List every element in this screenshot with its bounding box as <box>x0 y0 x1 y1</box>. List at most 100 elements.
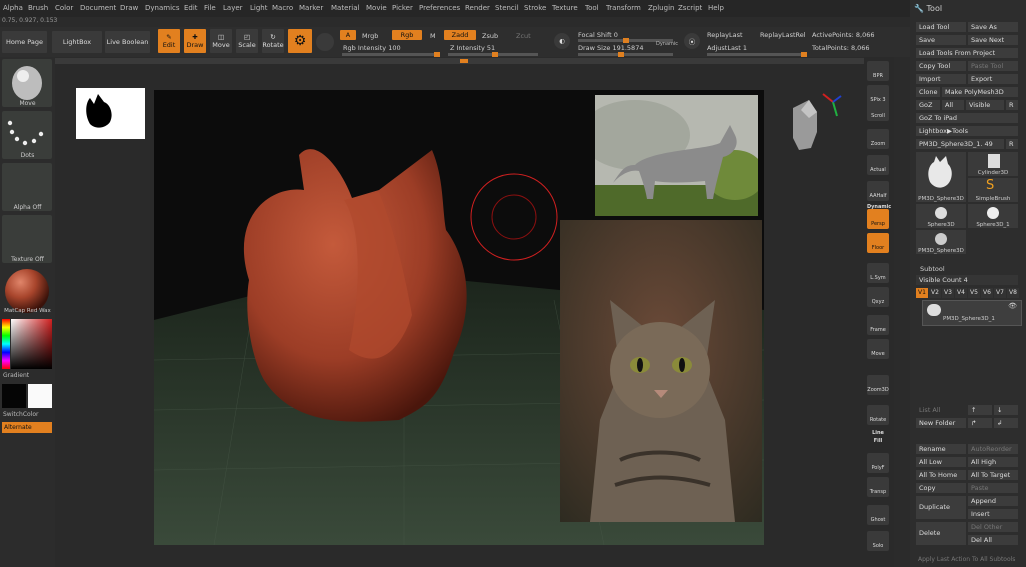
shelf-ghost-button[interactable]: Ghost <box>867 505 889 525</box>
visibility-tab-v5[interactable]: V5 <box>968 288 980 298</box>
menu-document[interactable]: Document <box>80 4 116 12</box>
move-down-button[interactable]: ↓ <box>994 405 1018 415</box>
visibility-tab-v8[interactable]: V8 <box>1007 288 1019 298</box>
menu-material[interactable]: Material <box>331 4 359 12</box>
switch-color-button[interactable]: SwitchColor <box>3 411 39 418</box>
move-up-button[interactable]: ↑ <box>968 405 992 415</box>
menu-picker[interactable]: Picker <box>392 4 413 12</box>
redo-button[interactable]: ↱ <box>968 418 992 428</box>
visible-count-slider[interactable]: Visible Count 4 <box>916 275 1018 285</box>
shelf-actual-button[interactable]: Actual <box>867 155 889 175</box>
auto-reorder-button[interactable]: AutoReorder <box>968 444 1018 454</box>
all-to-target-button[interactable]: All To Target <box>968 470 1018 480</box>
del-all-button[interactable]: Del All <box>968 535 1018 545</box>
tool-thumb-pm3d-sphere-2[interactable]: PM3D_Sphere3D <box>916 230 966 254</box>
zadd-toggle[interactable]: Zadd <box>444 30 476 40</box>
shelf-frame-button[interactable]: Frame <box>867 315 889 335</box>
menu-file[interactable]: File <box>204 4 216 12</box>
shelf-floor-button[interactable]: Floor <box>867 233 889 253</box>
insert-button[interactable]: Insert <box>968 509 1018 519</box>
live-boolean-button[interactable]: Live Boolean <box>105 31 150 53</box>
rgb-intensity-slider[interactable] <box>342 52 440 57</box>
rename-button[interactable]: Rename <box>916 444 966 454</box>
menu-edit[interactable]: Edit <box>184 4 198 12</box>
shelf-qxyz-button[interactable]: Qxyz <box>867 287 889 307</box>
goz-visible-button[interactable]: Visible <box>966 100 1004 110</box>
mrgb-toggle[interactable]: Mrgb <box>362 32 378 40</box>
copy-button[interactable]: Copy <box>916 483 966 493</box>
draw-button[interactable]: ✚ Draw <box>184 29 206 53</box>
visibility-tab-v6[interactable]: V6 <box>981 288 993 298</box>
menu-render[interactable]: Render <box>465 4 490 12</box>
draw-size-slider[interactable] <box>578 52 673 57</box>
edit-button[interactable]: ✎ Edit <box>158 29 180 53</box>
menu-stencil[interactable]: Stencil <box>495 4 519 12</box>
move-button[interactable]: ◫ Move <box>210 29 232 53</box>
delete-button[interactable]: Delete <box>916 522 966 545</box>
visibility-tab-v7[interactable]: V7 <box>994 288 1006 298</box>
paste-button[interactable]: Paste <box>968 483 1018 493</box>
menu-alpha[interactable]: Alpha <box>3 4 23 12</box>
shelf-zoom-button[interactable]: Zoom <box>867 129 889 149</box>
shelf-transp-button[interactable]: Transp <box>867 477 889 497</box>
menu-tool[interactable]: Tool <box>585 4 599 12</box>
zsub-toggle[interactable]: Zsub <box>482 32 498 40</box>
tool-thumb-cylinder[interactable]: Cylinder3D <box>968 152 1018 176</box>
del-other-button[interactable]: Del Other <box>968 522 1018 532</box>
lightbox-tools-button[interactable]: Lightbox▶Tools <box>916 126 1018 136</box>
shelf-rotate-button[interactable]: Rotate <box>867 405 889 425</box>
goz-all-button[interactable]: All <box>942 100 964 110</box>
subtool-header[interactable]: Subtool <box>920 265 945 273</box>
tool-thumb-simplebrush[interactable]: S SimpleBrush <box>968 178 1018 202</box>
shelf-bpr-button[interactable]: BPR <box>867 61 889 81</box>
subtool-item[interactable]: PM3D_Sphere3D_1 👁 <box>922 300 1022 326</box>
clone-button[interactable]: Clone <box>916 87 940 97</box>
shelf-l-sym-button[interactable]: L.Sym <box>867 263 889 283</box>
copy-tool-button[interactable]: Copy Tool <box>916 61 966 71</box>
undo-button[interactable]: ↲ <box>994 418 1018 428</box>
menu-help[interactable]: Help <box>708 4 724 12</box>
zcut-toggle[interactable]: Zcut <box>516 32 531 40</box>
all-low-button[interactable]: All Low <box>916 457 966 467</box>
shelf-solo-button[interactable]: Solo <box>867 531 889 551</box>
paste-tool-button[interactable]: Paste Tool <box>968 61 1018 71</box>
subtool-eye-icon[interactable]: 👁 <box>1008 302 1017 310</box>
menu-light[interactable]: Light <box>250 4 267 12</box>
save-button[interactable]: Save <box>916 35 966 45</box>
save-as-button[interactable]: Save As <box>968 22 1018 32</box>
home-page-button[interactable]: Home Page <box>2 31 47 53</box>
saturation-square[interactable] <box>11 319 52 369</box>
tool-thumb-sphere3d-1[interactable]: Sphere3D_1 <box>968 204 1018 228</box>
m-toggle[interactable]: M <box>430 32 436 40</box>
menu-movie[interactable]: Movie <box>366 4 387 12</box>
material-sphere-icon[interactable] <box>316 33 334 51</box>
menu-brush[interactable]: Brush <box>28 4 48 12</box>
menu-zscript[interactable]: Zscript <box>678 4 702 12</box>
reference-image-cat-portrait[interactable] <box>560 220 762 522</box>
shelf-persp-button[interactable]: Persp <box>867 209 889 229</box>
z-intensity-slider[interactable] <box>448 52 538 57</box>
visibility-tab-v1[interactable]: V1 <box>916 288 928 298</box>
shelf-scroll-button[interactable]: Scroll <box>867 101 889 121</box>
dynamic-toggle[interactable]: Dynamic <box>656 41 678 47</box>
shelf-aahalf-button[interactable]: AAHalf <box>867 181 889 201</box>
menu-dynamics[interactable]: Dynamics <box>145 4 180 12</box>
navigation-gizmo[interactable] <box>783 88 845 160</box>
primary-color-swatch[interactable] <box>2 384 26 408</box>
shelf-move-button[interactable]: Move <box>867 339 889 359</box>
tool-thumb-pm3d-sphere[interactable]: PM3D_Sphere3D <box>916 152 966 202</box>
current-tool-slider[interactable]: PM3D_Sphere3D_1. 49 <box>916 139 1004 149</box>
menu-preferences[interactable]: Preferences <box>419 4 460 12</box>
new-folder-button[interactable]: New Folder <box>916 418 966 428</box>
visibility-tab-v2[interactable]: V2 <box>929 288 941 298</box>
reference-image-cat-standing[interactable] <box>595 95 758 216</box>
goz-r-button[interactable]: R <box>1006 100 1018 110</box>
gizmo-button[interactable]: ⚙ <box>288 29 312 53</box>
scale-button[interactable]: ◰ Scale <box>236 29 258 53</box>
menu-transform[interactable]: Transform <box>606 4 641 12</box>
a-toggle[interactable]: A <box>340 30 356 40</box>
load-tool-button[interactable]: Load Tool <box>916 22 966 32</box>
all-high-button[interactable]: All High <box>968 457 1018 467</box>
import-button[interactable]: Import <box>916 74 966 84</box>
adjust-last-slider[interactable] <box>707 52 807 57</box>
